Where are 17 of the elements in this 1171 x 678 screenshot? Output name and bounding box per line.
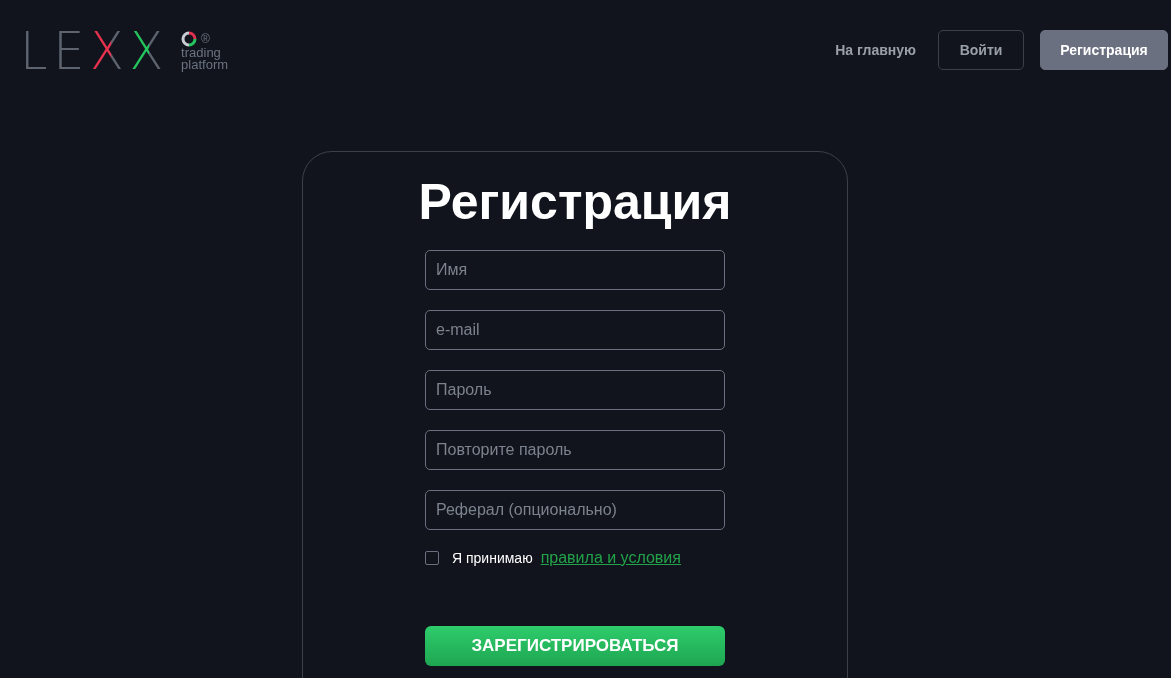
checkbox[interactable] (425, 551, 439, 565)
input-field[interactable]: Повторите пароль (425, 430, 725, 470)
form-title: Регистрация (418, 174, 732, 230)
terms-label: Я принимаю (452, 550, 533, 566)
logo-wordmark: LEXX (19, 25, 170, 77)
nav-button[interactable]: Войти (938, 30, 1024, 70)
home-link[interactable]: На главную (829, 30, 922, 70)
input-field[interactable]: e-mail (425, 310, 725, 350)
terms-link[interactable]: правила и условия (540, 549, 681, 567)
input-field[interactable]: Реферал (опционально) (425, 490, 725, 530)
logo-icon (181, 31, 198, 47)
input-field[interactable]: Пароль (425, 370, 725, 410)
nav-button[interactable]: Регистрация (1040, 30, 1168, 70)
logo-tagline: trading (181, 47, 222, 59)
logo-tagline: platform (181, 59, 229, 71)
registered-mark: ® (201, 33, 210, 45)
input-field[interactable]: Имя (425, 250, 725, 290)
